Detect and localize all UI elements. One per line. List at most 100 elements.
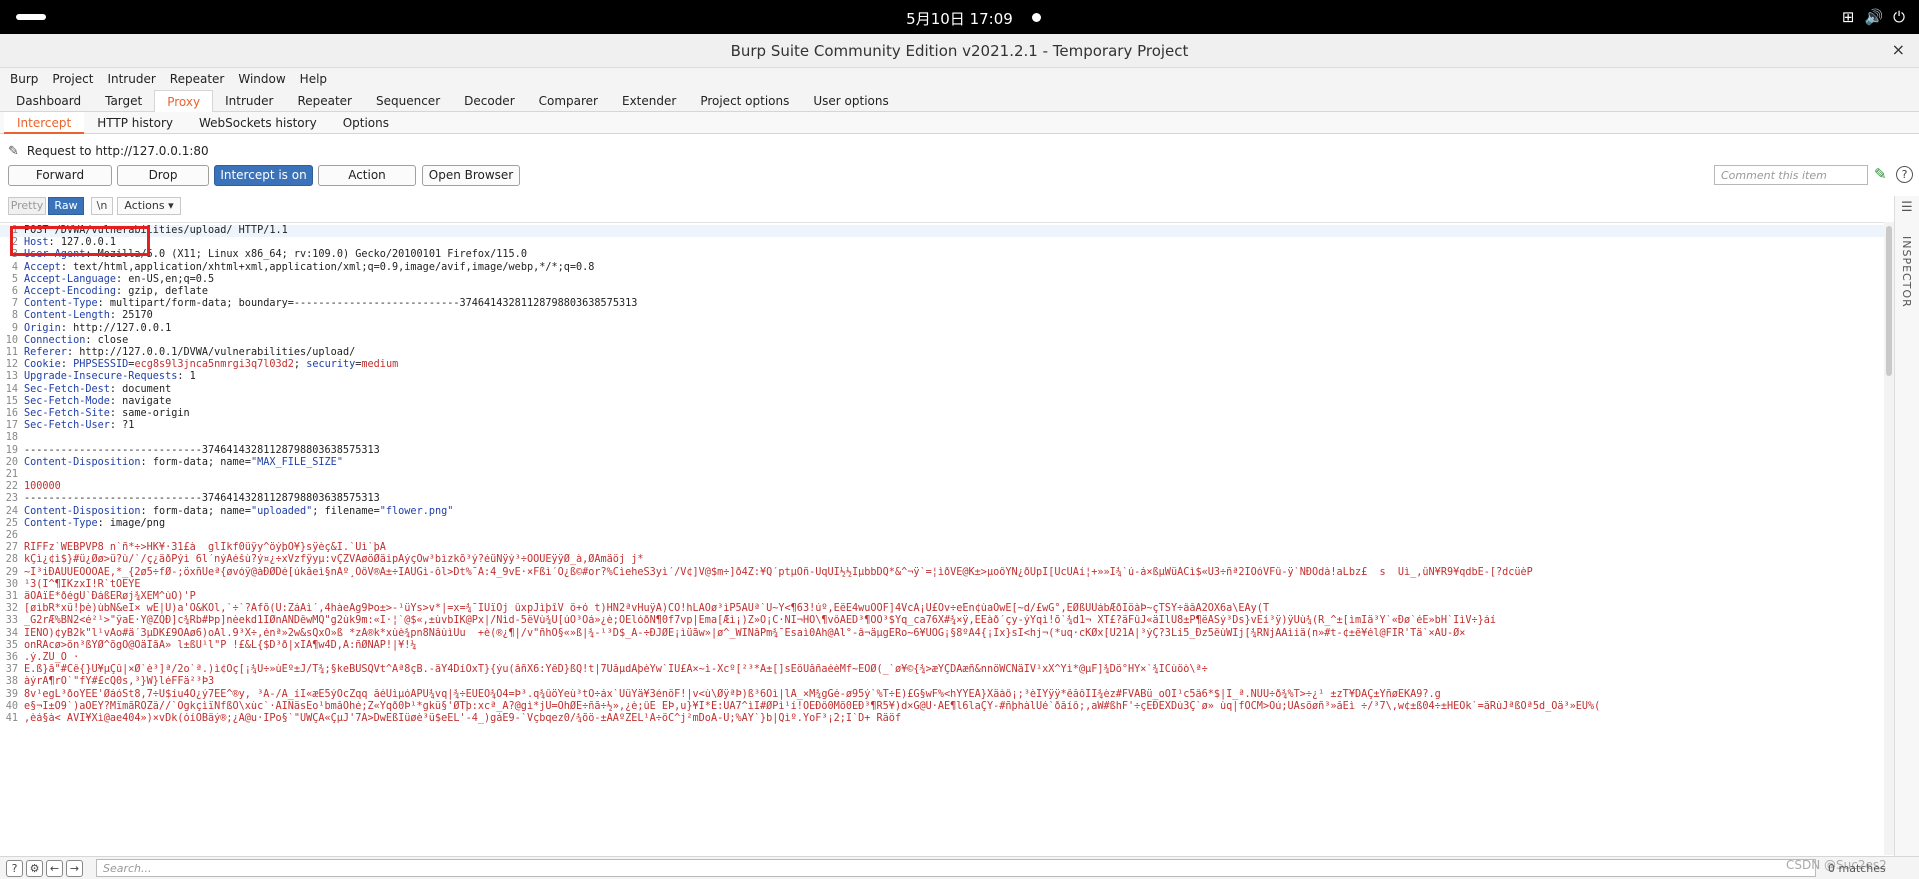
editor-line[interactable]: 34 ÍÈÑÖ)¢yB2k"l¹vÂo#ä´3µDK£9ÓAø6)oAl.9³X÷… [0, 628, 1884, 640]
editor-line[interactable]: 19 -----------------------------374641432… [0, 445, 1884, 457]
system-tray[interactable]: ⊞ 🔊 ⏻ [1842, 8, 1905, 26]
highlight-icon[interactable]: ✎ [1874, 165, 1887, 183]
tab-project-options[interactable]: Project options [688, 90, 801, 112]
editor-line[interactable]: 6 Accept-Encoding: gzip, deflate [0, 286, 1884, 298]
tab-dashboard[interactable]: Dashboard [4, 90, 93, 112]
actions-menu[interactable]: Actions ▾ [117, 197, 181, 215]
drop-button[interactable]: Drop [117, 165, 209, 186]
window-close-button[interactable]: × [1892, 40, 1905, 59]
editor-line[interactable]: 14 Sec-Fetch-Dest: document [0, 384, 1884, 396]
tab-http-history[interactable]: HTTP history [84, 112, 186, 134]
tab-proxy[interactable]: Proxy [154, 90, 214, 112]
editor-line[interactable]: 33 _G2rÆ%BÑ2<é²¹>"ÿaË·Ý@ZQÐ]c¾Rb#Þp]nèekd… [0, 615, 1884, 627]
line-number: 1 [11, 225, 18, 236]
power-icon[interactable]: ⏻ [1893, 8, 1905, 26]
intercept-toggle-button[interactable]: Intercept is on [214, 165, 313, 186]
editor-line[interactable]: 39 8v¹egL³ðoÝÉÉ'ØáóSt8,7÷U$íu4Ö¿ý7ÉÉ^®y, … [0, 689, 1884, 701]
editor-line[interactable]: 12 Cookie: PHPSESSID=ecg8s9l3jnca5nmrgi3q… [0, 359, 1884, 371]
editor-line[interactable]: 26 [0, 530, 1884, 542]
editor-line[interactable]: 1 POST /DVWA/vulnerabilities/upload/ HTTP… [0, 225, 1884, 238]
hamburger-icon[interactable]: ☰ [1901, 200, 1913, 215]
editor-line[interactable]: 32 [øìbR*xü!þè)ùbN&eÎ× wÉ|Ü)a'Ö&KÒl,`÷`?A… [0, 603, 1884, 615]
open-browser-button[interactable]: Open Browser [422, 165, 520, 186]
tab-sequencer[interactable]: Sequencer [364, 90, 452, 112]
editor-line[interactable]: 13 Upgrade-Insecure-Requests: 1 [0, 371, 1884, 383]
system-clock[interactable]: 5月10日 17:09 [0, 8, 1919, 29]
editor-line[interactable]: 15 Sec-Fetch-Mode: navigate [0, 396, 1884, 408]
header-value: ,èá§à< AVI¥Xì@ae404»)×vDk(óíÓBäý®;¿A@u·Ì… [24, 713, 902, 724]
help-icon[interactable]: ? [1896, 166, 1913, 183]
editor-line[interactable]: 29 ~Í³iÐÀÙÙÉÖÔÕÁÉ,*_{2ø5÷fØ-;öxñÜeª{øvóÿ@… [0, 567, 1884, 579]
editor-line[interactable]: 27 RIFFz`WEBPVP8 n`ñ*÷>HK¥·31£à glÏkf0üÿy… [0, 542, 1884, 554]
editor-line[interactable]: 2 Host: 127.0.0.1 [0, 237, 1884, 249]
editor-line[interactable]: 17 Sec-Fetch-User: ?1 [0, 420, 1884, 432]
tab-comparer[interactable]: Comparer [527, 90, 610, 112]
editor-line[interactable]: 28 kÇì¿¢ì$}#ü¿Øø>ü?ù/`/ç¿äðPýì 6l´nýÄéšù?… [0, 554, 1884, 566]
editor-line[interactable]: 21 [0, 469, 1884, 481]
proxy-sub-tabs: Intercept HTTP history WebSockets histor… [0, 112, 1919, 134]
editor-line[interactable]: 20 Content-Disposition: form-data; name="… [0, 457, 1884, 469]
tab-repeater[interactable]: Repeater [285, 90, 364, 112]
tab-websockets-history[interactable]: WebSockets history [186, 112, 330, 134]
forward-arrow-icon[interactable]: → [66, 860, 83, 877]
header-value: e§¬Ï±O9`)aOÉÝ?MïmãRÖZä//`OgkçìïNfßO\xùc`… [24, 700, 1601, 712]
tab-extender[interactable]: Extender [610, 90, 688, 112]
editor-line[interactable]: 24 Content-Disposition: form-data; name="… [0, 506, 1884, 518]
editor-line[interactable]: 9 Origin: http://127.0.0.1 [0, 323, 1884, 335]
editor-line[interactable]: 30 ¹3(Í^¶IKzxÍ!R`tÕÈYE [0, 579, 1884, 591]
editor-line[interactable]: 37 Ê.ß}å"#Cê{}Ü¥µÇû|×Ø`è³]ª/2o`ª.)ì¢Oç[¡¾… [0, 664, 1884, 676]
line-number: 35 [5, 639, 18, 651]
menu-project[interactable]: Project [50, 68, 101, 90]
raw-toggle[interactable]: Raw [48, 197, 84, 215]
editor-line[interactable]: 7 Content-Type: multipart/form-data; boun… [0, 298, 1884, 310]
tab-target[interactable]: Target [93, 90, 154, 112]
action-button[interactable]: Action [318, 165, 416, 186]
menu-burp[interactable]: Burp [8, 68, 46, 90]
pretty-toggle[interactable]: Pretty [8, 197, 46, 215]
back-arrow-icon[interactable]: ← [46, 860, 63, 877]
tab-decoder[interactable]: Decoder [452, 90, 527, 112]
editor-line[interactable]: 11 Referer: http://127.0.0.1/DVWA/vulnera… [0, 347, 1884, 359]
tab-user-options[interactable]: User options [801, 90, 900, 112]
help-bottom-icon[interactable]: ? [6, 860, 23, 877]
scroll-thumb[interactable] [1886, 226, 1892, 376]
comment-input[interactable]: Comment this item [1714, 165, 1868, 185]
inspector-panel[interactable]: ☰ INSPECTOR [1894, 196, 1919, 856]
editor-line[interactable]: 35 onRÁcø>ön³ßYØ^õgÖ@ÖäÎãÃ» l±ßÜ¹l"P !£&L… [0, 640, 1884, 652]
volume-icon[interactable]: 🔊 [1864, 8, 1883, 26]
header-key: Content-Disposition [24, 456, 141, 468]
editor-line[interactable]: 38 àýrÂ¶rÓ`"fÝ#£cQ0s,³}W}léFFä²³Þ3 [0, 676, 1884, 688]
tab-intercept[interactable]: Intercept [4, 112, 85, 134]
search-input[interactable]: Search... [96, 859, 1816, 877]
inspector-label[interactable]: INSPECTOR [1900, 236, 1913, 308]
editor-line[interactable]: 22 100000 [0, 481, 1884, 493]
editor-line[interactable]: 5 Accept-Language: en-US,en;q=0.5 [0, 274, 1884, 286]
editor-vertical-scrollbar[interactable] [1884, 222, 1894, 855]
menu-window[interactable]: Window [236, 68, 293, 90]
editor-line[interactable]: 31 äÓÃïÈ*ðégÜ`ÐáßÊRøj¾XÈM^ùO)'P [0, 591, 1884, 603]
forward-button[interactable]: Forward [8, 165, 112, 186]
menu-help[interactable]: Help [298, 68, 335, 90]
editor-line[interactable]: 8 Content-Length: 25170 [0, 310, 1884, 322]
editor-line[interactable]: 4 Accept: text/html,application/xhtml+xml… [0, 262, 1884, 274]
editor-line[interactable]: 18 [0, 432, 1884, 444]
network-icon[interactable]: ⊞ [1842, 8, 1855, 26]
editor-line[interactable]: 25 Content-Type: image/png [0, 518, 1884, 530]
tab-options[interactable]: Options [330, 112, 402, 134]
editor-line[interactable]: 3 User-Agent: Mozilla/5.0 (X11; Linux x86… [0, 249, 1884, 261]
request-editor[interactable]: 1 POST /DVWA/vulnerabilities/upload/ HTTP… [0, 222, 1884, 855]
editor-line[interactable]: 40 e§¬Ï±O9`)aOÉÝ?MïmãRÖZä//`OgkçìïNfßO\xù… [0, 701, 1884, 713]
tab-intruder[interactable]: Intruder [213, 90, 285, 112]
system-top-bar: 5月10日 17:09 ⊞ 🔊 ⏻ [0, 0, 1919, 34]
editor-line[interactable]: 16 Sec-Fetch-Site: same-origin [0, 408, 1884, 420]
editor-line[interactable]: 36 .ý.ZÙ_O · [0, 652, 1884, 664]
editor-line[interactable]: 23 -----------------------------374641432… [0, 493, 1884, 505]
menu-intruder[interactable]: Intruder [105, 68, 163, 90]
newline-toggle[interactable]: \n [91, 197, 113, 215]
window-title: Burp Suite Community Edition v2021.2.1 -… [730, 42, 1189, 60]
header-value: -----------------------------37464143281… [24, 493, 380, 505]
menu-repeater[interactable]: Repeater [168, 68, 233, 90]
editor-line[interactable]: 10 Connection: close [0, 335, 1884, 347]
editor-line[interactable]: 41 ,èá§à< AVI¥Xì@ae404»)×vDk(óíÓBäý®;¿A@u… [0, 713, 1884, 725]
settings-icon[interactable]: ⚙ [26, 860, 43, 877]
